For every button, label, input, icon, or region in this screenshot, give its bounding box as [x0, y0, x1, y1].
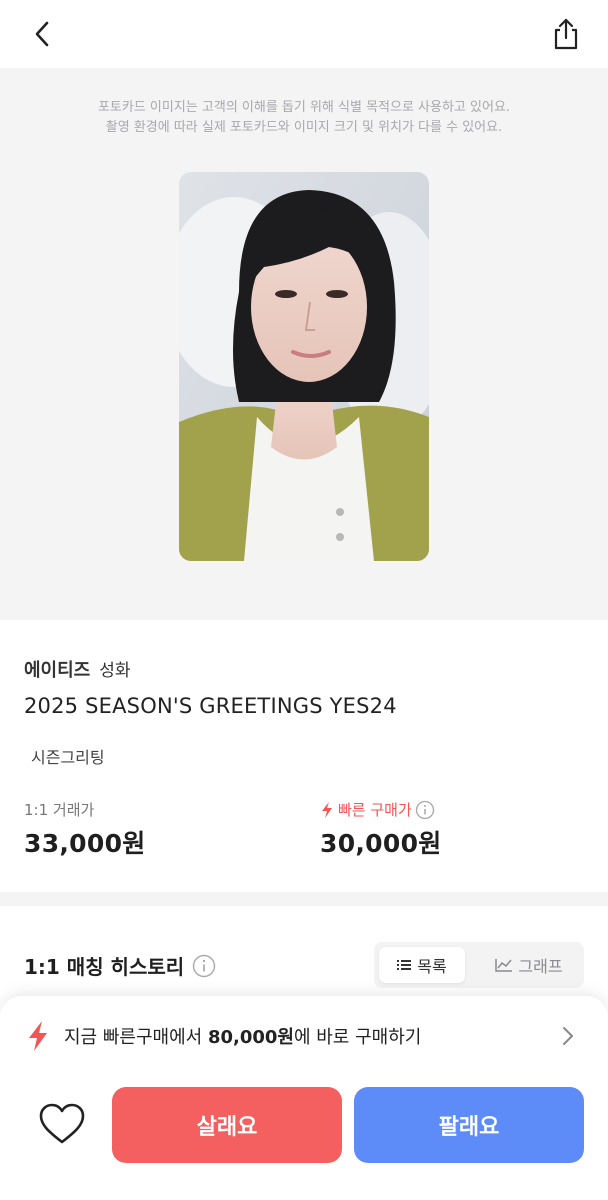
- tab-list[interactable]: 목록: [379, 947, 465, 983]
- promo-amount: 80,000원: [207, 1027, 294, 1048]
- sell-button[interactable]: 팔래요: [354, 1087, 584, 1163]
- section-divider: [0, 892, 608, 906]
- notice-line-1: 포토카드 이미지는 고객의 이해를 돕기 위해 식별 목적으로 사용하고 있어요…: [97, 100, 511, 115]
- member-name: 성화: [99, 661, 131, 681]
- promo-text: 지금 빠른구매에서 80,000원에 바로 구매하기: [64, 1023, 421, 1049]
- wishlist-button[interactable]: [38, 1100, 86, 1148]
- info-icon[interactable]: [192, 954, 216, 978]
- trade-price-label: 1:1 거래가: [24, 799, 94, 820]
- buy-button[interactable]: 살래요: [112, 1087, 342, 1163]
- matching-history-title-text: 1:1 매칭 히스토리: [24, 955, 185, 979]
- top-bar: [0, 0, 608, 68]
- back-button[interactable]: [24, 16, 60, 52]
- fast-price-label-text: 빠른 구매가: [338, 801, 412, 819]
- chevron-left-icon: [35, 21, 49, 47]
- tab-list-label: 목록: [417, 957, 447, 976]
- fast-price-label: 빠른 구매가: [320, 799, 435, 820]
- lightning-icon: [322, 801, 332, 818]
- list-icon: [397, 960, 412, 970]
- album-title: 2025 SEASON'S GREETINGS YES24: [24, 694, 397, 718]
- sell-button-label: 팔래요: [438, 1115, 500, 1140]
- trade-price-label-text: 1:1 거래가: [24, 801, 95, 819]
- promo-suffix: 에 바로 구매하기: [293, 1027, 422, 1048]
- artist-row: 에이티즈 성화: [24, 656, 131, 682]
- category-label: 시즌그리팅: [31, 748, 105, 767]
- share-button[interactable]: [548, 14, 584, 54]
- info-icon[interactable]: [415, 800, 435, 820]
- tab-graph-label: 그래프: [518, 957, 563, 976]
- line-chart-icon: [495, 959, 513, 972]
- tab-graph[interactable]: 그래프: [484, 947, 574, 983]
- promo-prefix: 지금 빠른구매에서: [64, 1027, 208, 1048]
- share-icon: [554, 18, 578, 50]
- fast-buy-promo-banner[interactable]: 지금 빠른구매에서 80,000원에 바로 구매하기: [26, 1018, 586, 1054]
- artist-name[interactable]: 에이티즈: [24, 656, 90, 682]
- notice-line-2: 촬영 환경에 따라 실제 포토카드와 이미지 크기 및 위치가 다를 수 있어요…: [105, 120, 503, 135]
- buy-button-label: 살래요: [196, 1115, 258, 1140]
- heart-icon: [39, 1103, 85, 1144]
- image-notice: 포토카드 이미지는 고객의 이해를 돕기 위해 식별 목적으로 사용하고 있어요…: [0, 98, 608, 138]
- photocard-image[interactable]: [179, 172, 429, 561]
- matching-history-title: 1:1 매칭 히스토리: [24, 951, 216, 980]
- photocard-picture: [179, 172, 429, 561]
- fast-price-value: 30,000원: [320, 829, 442, 858]
- trade-price-value: 33,000원: [24, 829, 146, 858]
- lightning-icon: [29, 1021, 47, 1051]
- history-view-toggle: 목록 그래프: [374, 942, 584, 988]
- chevron-right-icon: [563, 1027, 573, 1045]
